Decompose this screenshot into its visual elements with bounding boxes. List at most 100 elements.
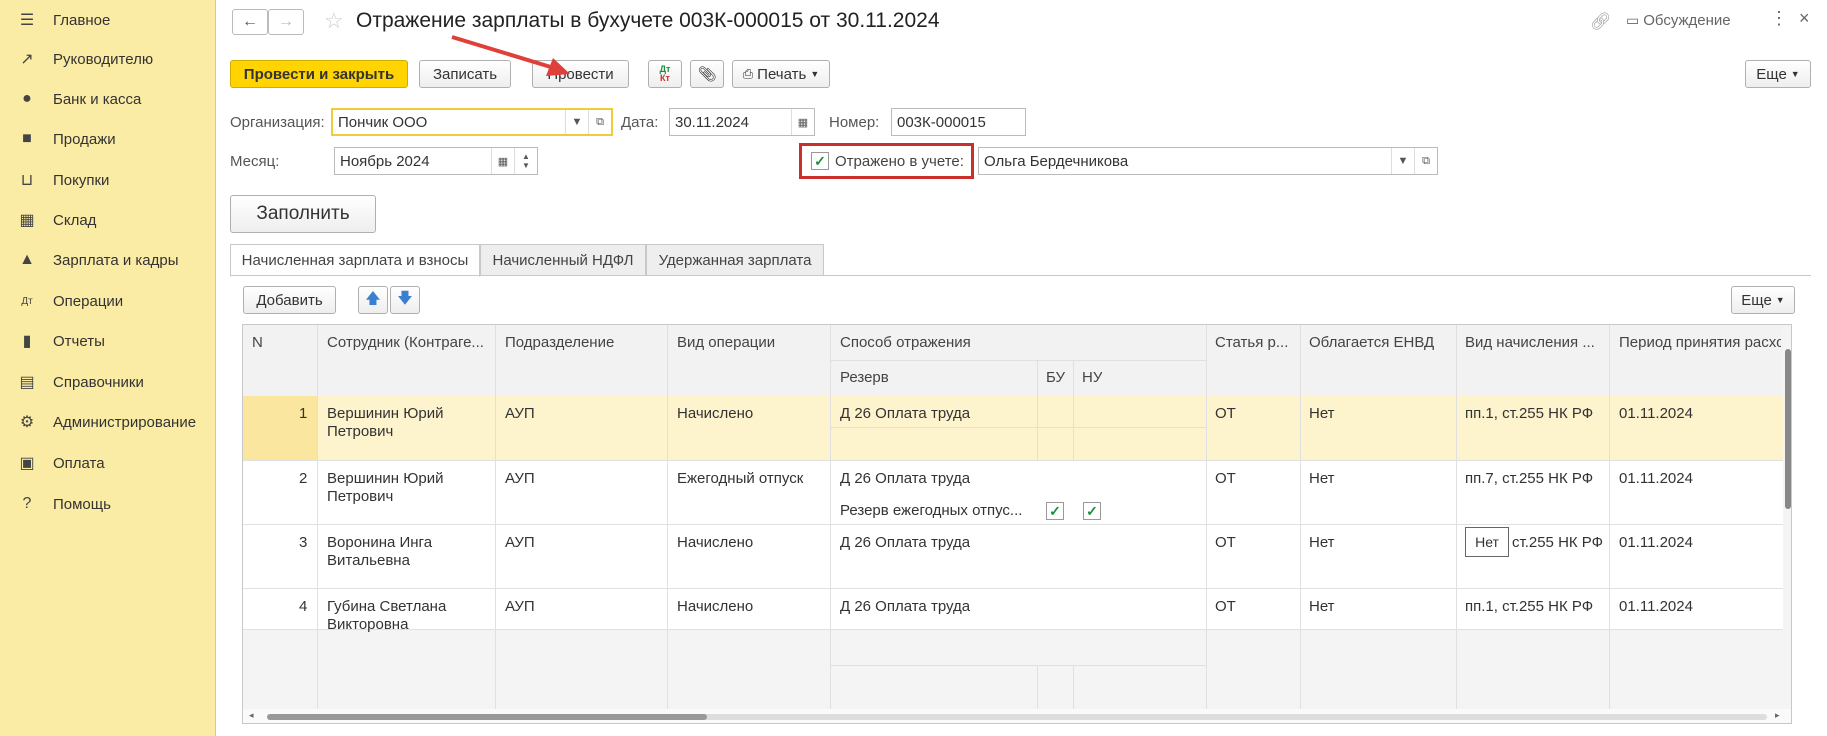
cell-department: АУП [505,405,535,422]
fill-button[interactable]: Заполнить [230,195,376,233]
sidebar-item-salary[interactable]: ▲ Зарплата и кадры [0,240,215,280]
sidebar-item-label: Справочники [53,373,144,391]
sidebar-item-operations[interactable]: Дт Операции [0,281,215,321]
open-icon[interactable]: ⧉ [1414,148,1437,174]
warehouse-icon: ▦ [19,212,35,229]
annotation-arrow [451,35,570,76]
month-field[interactable]: Ноябрь 2024 ▦ ▲ ▼ [334,147,538,175]
forward-button[interactable]: → [268,9,304,35]
col-header-envd[interactable]: Облагается ЕНВД [1309,334,1434,351]
spinner-icon[interactable]: ▲ ▼ [514,148,537,174]
sidebar-item-manager[interactable]: ↗ Руководителю [0,39,215,79]
attach-button[interactable]: 📎︎ [690,60,724,88]
cell-employee-2: Петрович [327,423,394,440]
open-icon[interactable]: ⧉ [588,110,611,134]
cell-article: ОТ [1215,470,1236,487]
empty-area [243,629,1783,709]
arrow-down-icon: 🡇︎ [397,289,413,307]
col-header-nu[interactable]: НУ [1082,369,1102,386]
vertical-scroll-thumb[interactable] [1785,349,1791,509]
tab-accrued-ndfl[interactable]: Начисленный НДФЛ [480,244,646,276]
date-field[interactable]: 30.11.2024 ▦ [669,108,815,136]
col-header-accrual-type[interactable]: Вид начисления ... [1465,334,1605,351]
responsible-field[interactable]: Ольга Бердечникова ▼ ⧉ [978,147,1438,175]
sidebar-item-label: Помощь [53,495,111,513]
dropdown-icon[interactable]: ▼ [1391,148,1414,174]
sidebar-item-payment[interactable]: ▣ Оплата [0,443,215,483]
cell-department: АУП [505,470,535,487]
scroll-left-icon[interactable]: ◂ [249,710,254,721]
reflected-checkbox[interactable]: ✓ [811,152,829,170]
tab-withheld-salary[interactable]: Удержанная зарплата [646,244,824,276]
sidebar-item-help[interactable]: ? Помощь [0,484,215,524]
organization-value: Пончик ООО [338,113,428,131]
dt-kt-button[interactable]: Дт Кт [648,60,682,88]
move-down-button[interactable]: 🡇︎ [390,286,420,314]
add-row-button[interactable]: Добавить [243,286,336,314]
calendar-icon[interactable]: ▦ [491,148,514,174]
cell-article: ОТ [1215,405,1236,422]
sidebar-item-label: Руководителю [53,50,154,68]
col-header-department[interactable]: Подразделение [505,334,614,351]
col-header-employee[interactable]: Сотрудник (Контраге... [327,334,491,351]
chat-icon: ▭ [1626,12,1640,28]
horizontal-scroll-thumb[interactable] [267,714,707,720]
cell-operation: Ежегодный отпуск [677,470,804,487]
col-header-n[interactable]: N [252,334,263,351]
person-icon: ▲ [19,251,35,268]
sidebar-item-bank[interactable]: ● Банк и касса [0,79,215,119]
col-header-period[interactable]: Период принятия расходов [1619,334,1781,351]
nu-checkbox[interactable]: ✓ [1083,502,1101,520]
dropdown-icon[interactable]: ▼ [565,110,588,134]
sidebar-item-admin[interactable]: ⚙ Администрирование [0,402,215,442]
cell-employee-2: Викторовна [327,616,409,633]
coin-icon: ● [22,90,32,107]
cell-accrual: пп.1, ст.255 НК РФ [1465,598,1594,615]
tab-divider [230,275,1811,276]
cell-period: 01.11.2024 [1619,598,1693,615]
link-icon[interactable]: 🔗︎ [1590,12,1612,32]
vertical-scrollbar[interactable] [1783,325,1791,709]
sidebar-item-label: Главное [53,11,111,29]
table-more-button[interactable]: Еще ▼ [1731,286,1795,314]
sidebar-item-references[interactable]: ▤ Справочники [0,362,215,402]
more-button[interactable]: Еще ▼ [1745,60,1811,88]
discussion-button[interactable]: ▭ Обсуждение [1626,12,1731,29]
sidebar-item-main[interactable]: ☰ Главное [0,0,215,40]
move-up-button[interactable]: 🡅︎ [358,286,388,314]
tab-accrued-salary[interactable]: Начисленная зарплата и взносы [230,244,480,277]
date-value: 30.11.2024 [675,113,749,131]
col-header-operation[interactable]: Вид операции [677,334,775,351]
sidebar-item-label: Администрирование [53,413,197,431]
horizontal-scrollbar[interactable]: ◂ ▸ [243,709,1791,723]
menu-icon: ☰ [19,12,35,29]
sidebar-item-warehouse[interactable]: ▦ Склад [0,200,215,240]
calendar-icon[interactable]: ▦ [791,109,814,135]
close-icon[interactable]: × [1799,8,1810,29]
col-header-bu[interactable]: БУ [1046,369,1065,386]
scroll-right-icon[interactable]: ▸ [1775,710,1780,721]
sidebar-item-sales[interactable]: ■ Продажи [0,119,215,159]
sidebar-item-label: Оплата [53,454,105,472]
favorite-star-icon[interactable]: ☆ [324,8,344,34]
col-header-article[interactable]: Статья р... [1215,334,1297,351]
sidebar-item-reports[interactable]: ▮ Отчеты [0,321,215,361]
cell-accrual: пп.1, ст.255 НК РФ [1465,405,1594,422]
cell-employee: Вершинин Юрий [327,405,444,422]
back-button[interactable]: ← [232,9,268,35]
organization-field[interactable]: Пончик ООО ▼ ⧉ [331,108,613,136]
print-label: Печать [757,65,807,83]
post-and-close-button[interactable]: Провести и закрыть [230,60,408,88]
more-menu-icon[interactable]: ⋮ [1770,8,1788,29]
paperclip-icon: 📎︎ [697,66,717,83]
print-button[interactable]: ⎙ Печать ▼ [732,60,830,88]
dt-kt-icon-bottom: Кт [660,73,670,83]
number-field[interactable]: 003К-000015 [891,108,1026,136]
col-header-method[interactable]: Способ отражения [840,334,971,351]
sidebar-item-purchases[interactable]: ⊔ Покупки [0,160,215,200]
date-label: Дата: [621,114,659,131]
arrow-left-icon: ← [242,13,258,30]
wallet-icon: ▣ [19,455,35,472]
col-header-reserve[interactable]: Резерв [840,369,889,386]
bu-checkbox[interactable]: ✓ [1046,502,1064,520]
